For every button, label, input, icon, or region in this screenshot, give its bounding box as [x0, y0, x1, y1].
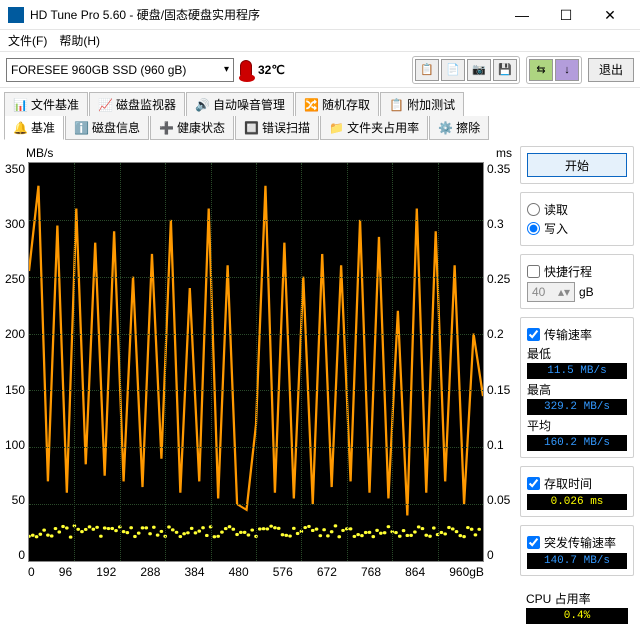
max-label: 最高 [527, 381, 627, 398]
settings-button[interactable]: ⇆ [529, 59, 553, 81]
menu-file[interactable]: 文件(F) [8, 32, 47, 49]
folder-icon: 📁 [329, 121, 343, 135]
erase-icon: ⚙️ [438, 121, 452, 135]
y-axis-right: 0.350.30.250.20.150.10.050 [484, 162, 516, 562]
radio-write[interactable]: 写入 [527, 220, 627, 237]
menubar: 文件(F) 帮助(H) [0, 30, 640, 52]
tab-folder-usage[interactable]: 📁文件夹占用率 [320, 116, 428, 140]
exit-button[interactable]: 退出 [588, 58, 634, 82]
tab-auto-noise[interactable]: 🔊自动噪音管理 [186, 92, 294, 116]
chart-plot [28, 162, 484, 562]
start-group: 开始 [520, 146, 634, 184]
toolbar-group-1: 📋 📄 📷 💾 [412, 56, 520, 84]
access-value: 0.026 ms [527, 494, 627, 510]
chart-panel: MB/s ms 350300250200150100500 0.350.30.2… [2, 146, 516, 630]
screenshot-button[interactable]: 📷 [467, 59, 491, 81]
x-axis: 096192288384480576672768864960gB [28, 562, 484, 579]
cpu-group: CPU 占用率 0.4% [520, 584, 634, 630]
error-icon: 🔲 [244, 121, 258, 135]
avg-value: 160.2 MB/s [527, 435, 627, 451]
close-button[interactable]: ✕ [588, 1, 632, 29]
copy-button[interactable]: 📋 [415, 59, 439, 81]
toolbar: FORESEE 960GB SSD (960 gB) ▾ 32℃ 📋 📄 📷 💾… [0, 52, 640, 88]
mode-group: 读取 写入 [520, 192, 634, 246]
y-axis-left: 350300250200150100500 [2, 162, 28, 562]
speaker-icon: 🔊 [195, 98, 209, 112]
tab-error-scan[interactable]: 🔲错误扫描 [235, 116, 319, 140]
burst-rate-group: 突发传输速率 140.7 MB/s [520, 525, 634, 576]
paste-button[interactable]: 📄 [441, 59, 465, 81]
titlebar: HD Tune Pro 5.60 - 硬盘/固态硬盘实用程序 — ☐ ✕ [0, 0, 640, 30]
tab-extra-test[interactable]: 📋附加测试 [380, 92, 464, 116]
health-icon: ➕ [159, 121, 173, 135]
tab-file-benchmark[interactable]: 📊文件基准 [4, 92, 88, 116]
chevron-down-icon: ▾ [224, 64, 229, 75]
avg-label: 平均 [527, 417, 627, 434]
burst-value: 140.7 MB/s [527, 553, 627, 569]
temperature-value: 32℃ [258, 63, 285, 77]
tab-health[interactable]: ➕健康状态 [150, 116, 234, 140]
min-label: 最低 [527, 345, 627, 362]
drive-select-value: FORESEE 960GB SSD (960 gB) [11, 63, 186, 77]
tabs-container: 📊文件基准 📈磁盘监视器 🔊自动噪音管理 🔀随机存取 📋附加测试 🔔基准 ℹ️磁… [0, 88, 640, 140]
cpu-value: 0.4% [526, 608, 628, 624]
y-right-unit: ms [496, 146, 512, 160]
tab-erase[interactable]: ⚙️擦除 [429, 116, 489, 140]
content: MB/s ms 350300250200150100500 0.350.30.2… [0, 140, 640, 636]
transfer-rate-group: 传输速率 最低 11.5 MB/s 最高 329.2 MB/s 平均 160.2… [520, 317, 634, 458]
tab-disk-info[interactable]: ℹ️磁盘信息 [65, 116, 149, 140]
check-burst[interactable]: 突发传输速率 [527, 534, 627, 551]
block-size-spinner[interactable]: 40▴▾ [527, 282, 575, 302]
extra-icon: 📋 [389, 98, 403, 112]
y-left-unit: MB/s [26, 146, 53, 160]
menu-help[interactable]: 帮助(H) [59, 32, 100, 49]
check-quick[interactable]: 快捷行程 [527, 263, 627, 280]
options-button[interactable]: ↓ [555, 59, 579, 81]
tab-random-access[interactable]: 🔀随机存取 [295, 92, 379, 116]
block-size-unit: gB [579, 285, 594, 299]
check-transfer[interactable]: 传输速率 [527, 326, 627, 343]
min-value: 11.5 MB/s [527, 363, 627, 379]
cpu-label: CPU 占用率 [526, 590, 628, 607]
random-icon: 🔀 [304, 98, 318, 112]
tab-benchmark[interactable]: 🔔基准 [4, 116, 64, 140]
save-button[interactable]: 💾 [493, 59, 517, 81]
start-button[interactable]: 开始 [527, 153, 627, 177]
max-value: 329.2 MB/s [527, 399, 627, 415]
check-access[interactable]: 存取时间 [527, 475, 627, 492]
file-icon: 📊 [13, 98, 27, 112]
minimize-button[interactable]: — [500, 1, 544, 29]
info-icon: ℹ️ [74, 121, 88, 135]
tab-row-top: 📊文件基准 📈磁盘监视器 🔊自动噪音管理 🔀随机存取 📋附加测试 [4, 92, 636, 116]
drive-select[interactable]: FORESEE 960GB SSD (960 gB) ▾ [6, 58, 234, 82]
quick-group: 快捷行程 40▴▾ gB [520, 254, 634, 309]
window-title: HD Tune Pro 5.60 - 硬盘/固态硬盘实用程序 [30, 6, 500, 23]
tab-row-bottom: 🔔基准 ℹ️磁盘信息 ➕健康状态 🔲错误扫描 📁文件夹占用率 ⚙️擦除 [4, 116, 636, 140]
monitor-icon: 📈 [98, 98, 112, 112]
bench-icon: 🔔 [13, 121, 27, 135]
app-icon [8, 7, 24, 23]
maximize-button[interactable]: ☐ [544, 1, 588, 29]
tab-disk-monitor[interactable]: 📈磁盘监视器 [89, 92, 185, 116]
spinner-icon: ▴▾ [558, 285, 570, 299]
thermometer-icon [240, 60, 252, 80]
access-time-group: 存取时间 0.026 ms [520, 466, 634, 517]
toolbar-group-2: ⇆ ↓ [526, 56, 582, 84]
side-panel: 开始 读取 写入 快捷行程 40▴▾ gB 传输速率 最低 11.5 MB/s … [520, 146, 634, 630]
radio-read[interactable]: 读取 [527, 201, 627, 218]
